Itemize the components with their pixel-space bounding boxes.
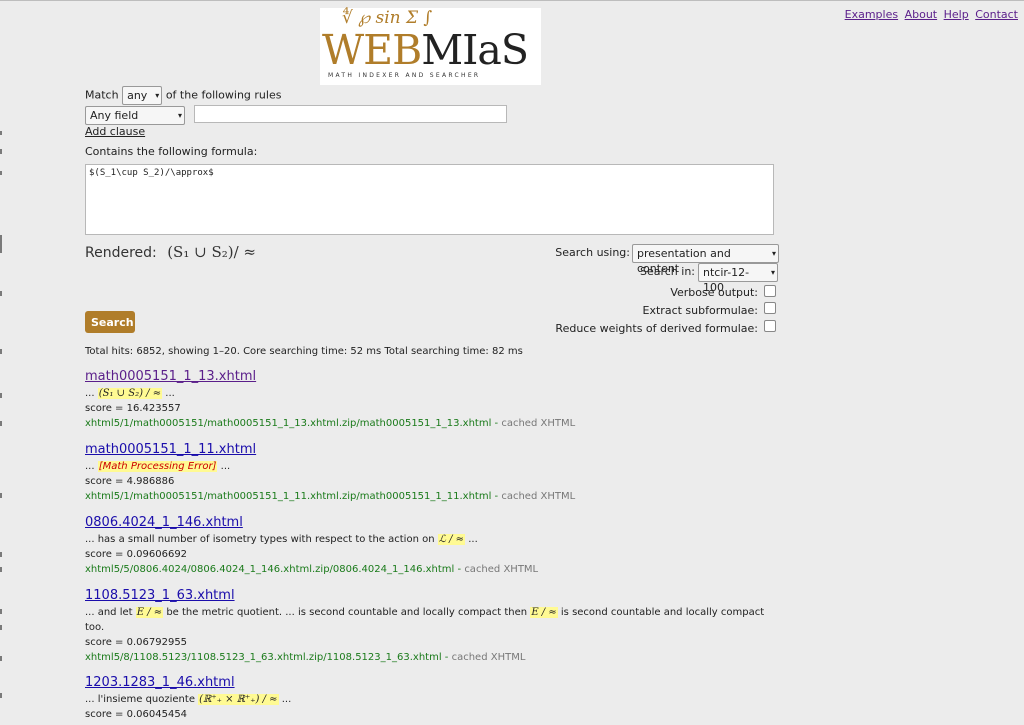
match-prefix-label: Match xyxy=(85,88,119,102)
result-title-link[interactable]: 1203.1283_1_46.xhtml xyxy=(85,675,775,690)
search-in-label: Search in: xyxy=(639,265,695,278)
cached-xhtml-link[interactable]: cached XHTML xyxy=(501,491,575,502)
edge-marker xyxy=(0,171,2,175)
result-title-link[interactable]: 1108.5123_1_63.xhtml xyxy=(85,588,775,603)
logo-wordmark: WEBMIaS xyxy=(322,26,529,74)
edge-marker xyxy=(0,421,2,426)
search-using-label: Search using: xyxy=(555,246,630,259)
examples-link[interactable]: Examples xyxy=(845,8,898,21)
verbose-checkbox[interactable] xyxy=(764,285,776,297)
result-snippet: ... and let E / ≈ be the metric quotient… xyxy=(85,607,765,633)
result-snippet: ... has a small number of isometry types… xyxy=(85,534,478,545)
chevron-down-icon: ▾ xyxy=(771,249,776,258)
results-summary: Total hits: 6852, showing 1–20. Core sea… xyxy=(85,346,523,357)
match-suffix-label: of the following rules xyxy=(165,88,282,102)
result-score: score = 4.986886 xyxy=(85,476,175,487)
match-rule-row: Match any ▾ of the following rules xyxy=(85,86,281,105)
math-highlight: (S₁ ∪ S₂) / ≈ xyxy=(97,388,163,399)
add-clause-link[interactable]: Add clause xyxy=(85,125,145,138)
result-score: score = 0.06045454 xyxy=(85,709,188,720)
contact-link[interactable]: Contact xyxy=(975,8,1018,21)
result-url: xhtml5/8/1108.5123/1108.5123_1_63.xhtml.… xyxy=(85,652,526,663)
match-mode-select[interactable]: any ▾ xyxy=(122,86,163,105)
result-title-link[interactable]: math0005151_1_13.xhtml xyxy=(85,369,775,384)
edge-marker xyxy=(0,291,2,296)
help-link[interactable]: Help xyxy=(944,8,969,21)
webmias-logo[interactable]: ∜ ℘ sin Σ ∫ WEBMIaS MATH INDEXER AND SEA… xyxy=(320,8,541,85)
search-button[interactable]: Search xyxy=(85,311,135,333)
formula-textarea[interactable]: $(S_1\cup S_2)/\approx$ xyxy=(85,164,774,235)
result-snippet: ... (S₁ ∪ S₂) / ≈ ... xyxy=(85,388,175,399)
extract-label: Extract subformulae: xyxy=(642,304,758,317)
logo-tagline: MATH INDEXER AND SEARCHER xyxy=(328,72,481,79)
top-nav: Examples About Help Contact xyxy=(842,8,1018,21)
edge-marker xyxy=(0,493,2,498)
rendered-preview: Rendered: (S₁ ∪ S₂)/ ≈ xyxy=(85,243,256,261)
result-item: 1108.5123_1_63.xhtml ... and let E / ≈ b… xyxy=(85,588,775,665)
edge-marker xyxy=(0,235,2,253)
query-text-input[interactable] xyxy=(194,105,507,123)
logo-symbols: ∜ ℘ sin Σ ∫ xyxy=(342,8,433,28)
reduce-label: Reduce weights of derived formulae: xyxy=(555,322,758,335)
cached-xhtml-link[interactable]: cached XHTML xyxy=(501,418,575,429)
rendered-label: Rendered: xyxy=(85,245,157,261)
result-item: math0005151_1_13.xhtml ... (S₁ ∪ S₂) / ≈… xyxy=(85,369,775,431)
result-score: score = 0.09606692 xyxy=(85,549,188,560)
edge-marker xyxy=(0,567,2,572)
chevron-down-icon: ▾ xyxy=(155,91,160,100)
extract-checkbox[interactable] xyxy=(764,302,776,314)
result-url: xhtml5/5/0806.4024/0806.4024_1_146.xhtml… xyxy=(85,564,539,575)
edge-marker xyxy=(0,131,2,135)
result-item: 1203.1283_1_46.xhtml ... l'insieme quozi… xyxy=(85,675,775,722)
math-error: [Math Processing Error] xyxy=(97,461,218,472)
result-score: score = 0.06792955 xyxy=(85,637,188,648)
edge-marker xyxy=(0,349,2,354)
math-highlight: (ℝ⁺₊ × ℝ⁺₊) / ≈ xyxy=(198,694,279,705)
result-url: xhtml5/1/math0005151/math0005151_1_13.xh… xyxy=(85,418,576,429)
result-title-link[interactable]: math0005151_1_11.xhtml xyxy=(85,442,775,457)
math-highlight: ℒ / ≈ xyxy=(437,534,466,545)
search-in-select[interactable]: ntcir-12-100 ▾ xyxy=(698,263,778,294)
edge-marker xyxy=(0,609,2,614)
field-select[interactable]: Any field ▾ xyxy=(85,106,185,125)
about-link[interactable]: About xyxy=(905,8,938,21)
chevron-down-icon: ▾ xyxy=(770,268,775,277)
rendered-formula: (S₁ ∪ S₂)/ ≈ xyxy=(167,243,256,261)
result-score: score = 16.423557 xyxy=(85,403,181,414)
result-item: 0806.4024_1_146.xhtml ... has a small nu… xyxy=(85,515,775,577)
edge-marker xyxy=(0,693,2,698)
formula-label: Contains the following formula: xyxy=(85,145,258,158)
result-item: math0005151_1_11.xhtml ... [Math Process… xyxy=(85,442,775,504)
edge-marker xyxy=(0,552,2,557)
cached-xhtml-link[interactable]: cached XHTML xyxy=(452,652,526,663)
result-url: xhtml5/1/math0005151/math0005151_1_11.xh… xyxy=(85,491,576,502)
result-title-link[interactable]: 0806.4024_1_146.xhtml xyxy=(85,515,775,530)
result-snippet: ... [Math Processing Error] ... xyxy=(85,461,231,472)
verbose-label: Verbose output: xyxy=(670,286,758,299)
math-highlight: E / ≈ xyxy=(530,607,558,618)
edge-marker xyxy=(0,625,2,630)
cached-xhtml-link[interactable]: cached XHTML xyxy=(464,564,538,575)
chevron-down-icon: ▾ xyxy=(177,111,182,120)
search-using-select[interactable]: presentation and content ▾ xyxy=(632,244,779,275)
edge-marker xyxy=(0,656,2,661)
math-highlight: E / ≈ xyxy=(135,607,164,618)
result-snippet: ... l'insieme quoziente (ℝ⁺₊ × ℝ⁺₊) / ≈ … xyxy=(85,694,292,705)
reduce-checkbox[interactable] xyxy=(764,320,776,332)
edge-marker xyxy=(0,393,2,398)
edge-marker xyxy=(0,149,2,154)
